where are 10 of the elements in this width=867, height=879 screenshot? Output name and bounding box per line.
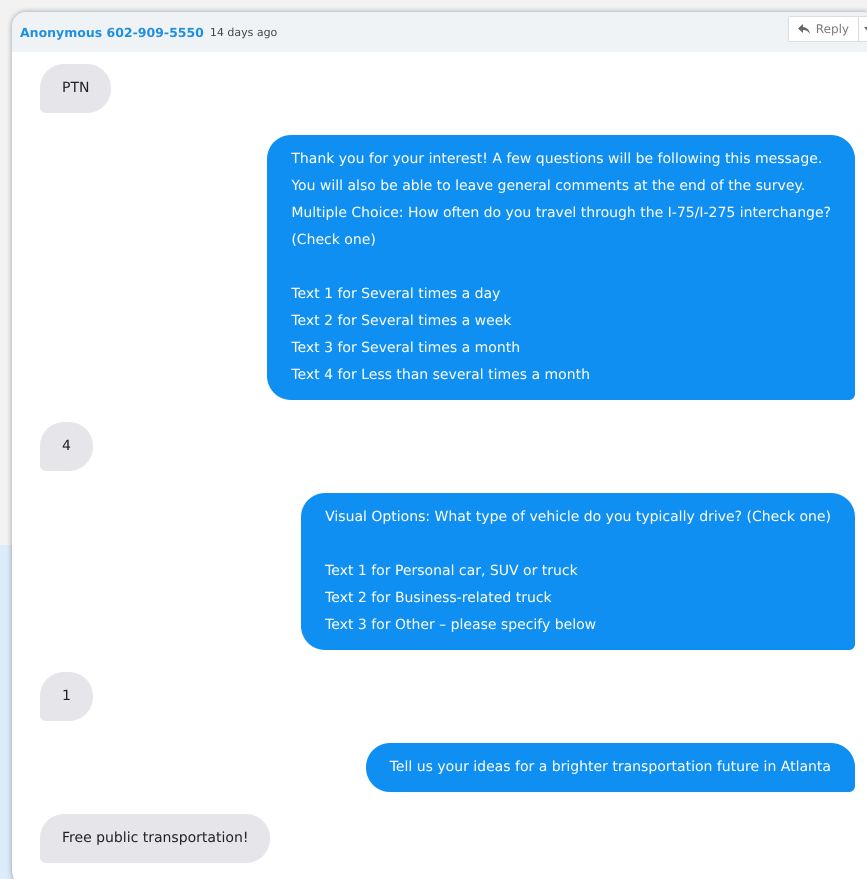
sent-message: Tell us your ideas for a brighter transportation future in Atlanta [366,743,855,792]
received-message: PTN [40,64,112,113]
sent-message: Visual Options: What type of vehicle do you typically drive? (Check one) Text 1 for Personal car, SUV or truck Text 2 for Business-related truck Text 3 for Other – please specify below [301,493,855,650]
reply-arrow-icon [798,24,810,34]
sent-message: Thank you for your interest! A few questions will be following this message. You will also be able to leave general comments at the end of the survey. Multiple Choice: How often do you travel through the I-75/I-275 interchange? (Check one) Text 1 for Several times a day Text 2 for Several times a week Text 3 for Several times a month Text 4 for Less than several times a month [267,135,855,400]
received-message: 1 [40,672,93,721]
received-message: Free public transportation! [40,814,270,863]
timestamp: 14 days ago [210,26,278,38]
received-message: 4 [40,422,93,471]
sender-name: Anonymous 602-909-5550 [20,24,204,40]
